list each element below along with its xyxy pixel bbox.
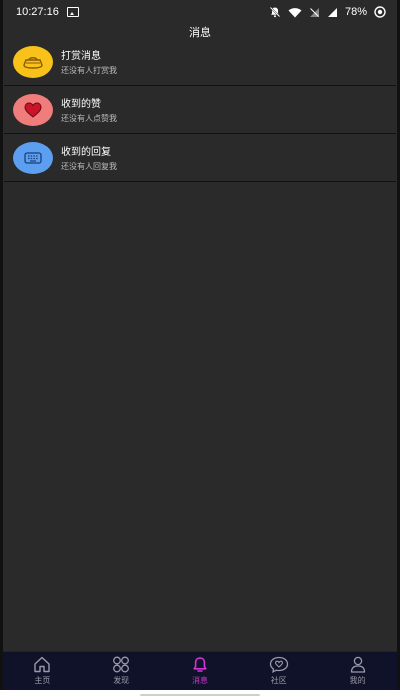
cell-signal-icon [327, 7, 337, 17]
message-subtitle: 还没有人回复我 [61, 162, 117, 171]
message-subtitle: 还没有人打赏我 [61, 66, 117, 75]
message-subtitle: 还没有人点赞我 [61, 114, 117, 123]
image-notification-icon [66, 7, 79, 17]
status-bar: 10:27:16 78% [0, 0, 400, 24]
message-list: 打赏消息 还没有人打赏我 收到的赞 还没有人点赞我 收到的回复 还没有人回复我 [4, 38, 396, 182]
battery-percent: 78% [344, 6, 367, 18]
message-row-replies[interactable]: 收到的回复 还没有人回复我 [4, 134, 396, 182]
home-indicator[interactable] [140, 694, 260, 696]
discover-grid-icon [113, 656, 130, 673]
status-time: 10:27:16 [16, 6, 59, 18]
message-title: 打赏消息 [61, 51, 101, 62]
message-row-likes[interactable]: 收到的赞 还没有人点赞我 [4, 86, 396, 134]
replies-avatar [13, 141, 53, 174]
user-icon [350, 656, 365, 673]
tab-label: 发现 [113, 676, 130, 685]
tab-profile[interactable]: 我的 [318, 652, 397, 690]
heart-icon [24, 101, 42, 118]
tab-home[interactable]: 主页 [3, 652, 82, 690]
tab-label: 社区 [270, 676, 287, 685]
status-icons: 78% [269, 6, 386, 18]
tab-community[interactable]: 社区 [239, 652, 318, 690]
tab-label: 消息 [191, 676, 208, 685]
tab-label: 主页 [34, 676, 51, 685]
message-title: 收到的赞 [61, 99, 101, 110]
message-title: 收到的回复 [61, 147, 111, 158]
message-row-tips[interactable]: 打赏消息 还没有人打赏我 [4, 38, 396, 86]
tab-discover[interactable]: 发现 [82, 652, 161, 690]
bell-icon [193, 657, 207, 672]
gold-ingot-icon [23, 56, 43, 69]
tips-avatar [13, 45, 53, 78]
chat-bubble-icon [269, 656, 288, 673]
eye-comfort-icon [374, 6, 386, 18]
keyboard-icon [24, 151, 42, 164]
tab-label: 我的 [349, 676, 366, 685]
notifications-off-icon [269, 6, 281, 18]
likes-avatar [13, 93, 53, 126]
sim-signal-icon [309, 7, 319, 17]
tab-messages[interactable]: 消息 [161, 652, 240, 690]
wifi-icon [288, 7, 302, 17]
bottom-nav: 主页 发现 消息 社区 我的 [3, 651, 397, 690]
home-icon [34, 656, 51, 673]
